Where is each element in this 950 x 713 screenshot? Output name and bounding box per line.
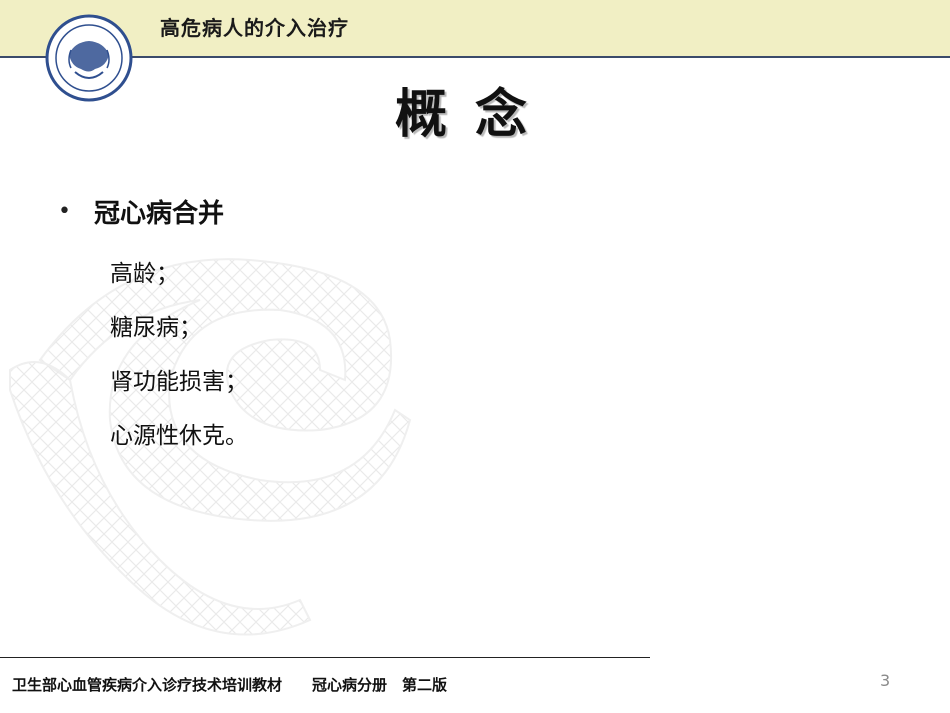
footer-text: 卫生部心血管疾病介入诊疗技术培训教材 冠心病分册 第二版 [12,676,448,694]
bullet-dot-icon: • [58,199,71,224]
header-band [0,0,950,58]
list-item: 高龄； [110,261,179,287]
bullet-item: • 冠心病合并 [58,193,224,230]
stent-watermark-image [9,258,412,636]
page-number: 3 [880,671,891,690]
footer-divider [0,657,650,658]
bullet-heading: 冠心病合并 [94,199,225,229]
list-item: 糖尿病； [110,315,202,341]
list-item: 心源性休克。 [110,423,248,449]
slide-title: 概念 [394,85,555,145]
list-item: 肾功能损害； [110,369,248,395]
header-title: 高危病人的介入治疗 [160,16,349,40]
